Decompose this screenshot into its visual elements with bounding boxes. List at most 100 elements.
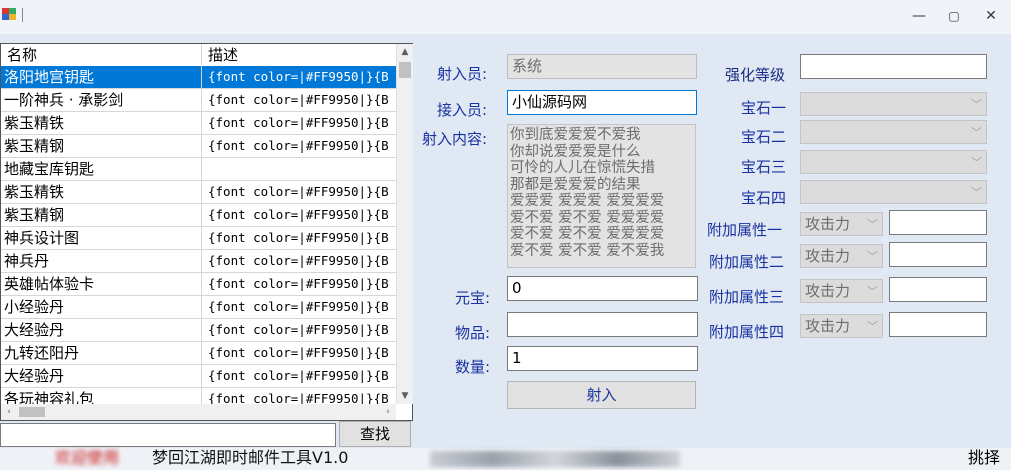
content-line: 那都是爱爱爱的结果 xyxy=(510,176,641,193)
gem-4-select[interactable]: ﹀ xyxy=(800,180,987,204)
column-header-desc[interactable]: 描述 xyxy=(202,44,396,66)
attribute-2-type-value: 攻击力 xyxy=(805,247,851,265)
minimize-button[interactable]: — xyxy=(904,4,934,28)
table-row[interactable]: 英雄帖体验卡 {font color=|#FF9950|}{B xyxy=(1,273,396,296)
cell-desc[interactable]: {font color=|#FF9950|}{B xyxy=(202,296,396,318)
cell-desc[interactable]: {font color=|#FF9950|}{B xyxy=(202,135,396,157)
table-row[interactable]: 各玩神容礼包 {font color=|#FF9950|}{B xyxy=(1,388,396,404)
cell-name[interactable]: 各玩神容礼包 xyxy=(1,388,202,404)
table-row[interactable]: 大经验丹 {font color=|#FF9950|}{B xyxy=(1,319,396,342)
cell-desc[interactable]: {font color=|#FF9950|}{B xyxy=(202,181,396,203)
cell-desc[interactable]: {font color=|#FF9950|}{B xyxy=(202,66,396,88)
gem-1-select[interactable]: ﹀ xyxy=(800,92,987,116)
cell-desc[interactable]: {font color=|#FF9950|}{B xyxy=(202,227,396,249)
table-row[interactable]: 紫玉精铁 {font color=|#FF9950|}{B xyxy=(1,181,396,204)
scroll-down-icon[interactable]: ▼ xyxy=(397,388,413,404)
cell-name[interactable]: 地藏宝库钥匙 xyxy=(1,158,202,180)
cell-desc[interactable]: {font color=|#FF9950|}{B xyxy=(202,250,396,272)
cell-desc[interactable]: {font color=|#FF9950|}{B xyxy=(202,342,396,364)
cell-name[interactable]: 大经验丹 xyxy=(1,365,202,387)
maximize-button[interactable]: ▢ xyxy=(939,4,969,28)
search-button[interactable]: 查找 xyxy=(339,421,411,447)
cell-name[interactable]: 紫玉精钢 xyxy=(1,204,202,226)
cell-name[interactable]: 紫玉精铁 xyxy=(1,181,202,203)
scroll-right-icon[interactable]: › xyxy=(380,404,396,420)
title-separator xyxy=(22,8,23,22)
attribute-1-value-field[interactable] xyxy=(889,210,987,235)
content-line: 爱爱爱 爱爱爱 爱爱爱爱 xyxy=(510,193,665,209)
attribute-1-type-value: 攻击力 xyxy=(805,215,851,233)
search-input[interactable] xyxy=(0,423,336,447)
enhance-level-field[interactable] xyxy=(800,54,987,79)
cell-name[interactable]: 神兵设计图 xyxy=(1,227,202,249)
marquee-right-text: 挑择 xyxy=(968,448,1001,467)
fire-button[interactable]: 射入 xyxy=(507,381,696,409)
table-row[interactable]: 地藏宝库钥匙 xyxy=(1,158,396,181)
gem-2-label: 宝石二 xyxy=(741,128,787,146)
attribute-2-value-field[interactable] xyxy=(889,242,987,267)
vertical-scroll-thumb[interactable] xyxy=(399,62,411,78)
cell-name[interactable]: 英雄帖体验卡 xyxy=(1,273,202,295)
table-row[interactable]: 神兵设计图 {font color=|#FF9950|}{B xyxy=(1,227,396,250)
attribute-2-label: 附加属性二 xyxy=(709,253,785,271)
attribute-2-type-select[interactable]: 攻击力 ﹀ xyxy=(800,244,883,268)
vertical-scrollbar[interactable]: ▲ ▼ xyxy=(396,44,413,404)
gem-2-select[interactable]: ﹀ xyxy=(800,120,987,144)
cell-desc[interactable]: {font color=|#FF9950|}{B xyxy=(202,273,396,295)
table-row[interactable]: 紫玉精钢 {font color=|#FF9950|}{B xyxy=(1,204,396,227)
gem-3-label: 宝石三 xyxy=(741,158,787,176)
item-field[interactable] xyxy=(507,312,698,337)
cell-desc[interactable]: {font color=|#FF9950|}{B xyxy=(202,388,396,404)
cell-name[interactable]: 一阶神兵 · 承影剑 xyxy=(1,89,202,111)
horizontal-scroll-thumb[interactable] xyxy=(19,407,45,417)
cell-name[interactable]: 大经验丹 xyxy=(1,319,202,341)
marquee-left-text: 欢迎使用 xyxy=(55,448,120,467)
scroll-up-icon[interactable]: ▲ xyxy=(397,44,413,60)
cell-desc[interactable]: {font color=|#FF9950|}{B xyxy=(202,365,396,387)
content-line: 可怜的人儿在惊慌失措 xyxy=(510,160,655,176)
table-row[interactable]: 神兵丹 {font color=|#FF9950|}{B xyxy=(1,250,396,273)
grid-header: 名称 描述 xyxy=(1,44,396,67)
cell-name[interactable]: 紫玉精铁 xyxy=(1,112,202,134)
quantity-field[interactable]: 1 xyxy=(507,346,698,371)
cell-desc[interactable]: {font color=|#FF9950|}{B xyxy=(202,204,396,226)
attribute-3-type-value: 攻击力 xyxy=(805,282,851,300)
table-row[interactable]: 小经验丹 {font color=|#FF9950|}{B xyxy=(1,296,396,319)
table-row[interactable]: 大经验丹 {font color=|#FF9950|}{B xyxy=(1,365,396,388)
column-header-name[interactable]: 名称 xyxy=(1,44,202,66)
cell-name[interactable]: 洛阳地宫钥匙 xyxy=(1,66,202,88)
chevron-down-icon: ﹀ xyxy=(971,156,982,169)
receiver-field[interactable]: 小仙源码网 xyxy=(507,90,697,115)
scroll-left-icon[interactable]: ‹ xyxy=(1,404,17,420)
attribute-4-label: 附加属性四 xyxy=(709,323,785,341)
cell-name[interactable]: 神兵丹 xyxy=(1,250,202,272)
attribute-3-type-select[interactable]: 攻击力 ﹀ xyxy=(800,279,883,303)
attribute-1-type-select[interactable]: 攻击力 ﹀ xyxy=(800,212,883,236)
chevron-down-icon: ﹀ xyxy=(867,285,878,298)
horizontal-scrollbar[interactable]: ‹ › xyxy=(1,404,396,420)
attribute-4-type-value: 攻击力 xyxy=(805,317,851,335)
attribute-4-type-select[interactable]: 攻击力 ﹀ xyxy=(800,314,883,338)
cell-name[interactable]: 小经验丹 xyxy=(1,296,202,318)
cell-desc[interactable]: {font color=|#FF9950|}{B xyxy=(202,319,396,341)
sender-label: 射入员: xyxy=(437,65,488,83)
cell-desc[interactable]: {font color=|#FF9950|}{B xyxy=(202,89,396,111)
attribute-4-value-field[interactable] xyxy=(889,312,987,337)
attribute-1-label: 附加属性一 xyxy=(707,221,783,239)
table-row[interactable]: 一阶神兵 · 承影剑 {font color=|#FF9950|}{B xyxy=(1,89,396,112)
yuanbao-field[interactable]: 0 xyxy=(507,276,698,301)
cell-desc[interactable]: {font color=|#FF9950|}{B xyxy=(202,112,396,134)
gem-3-select[interactable]: ﹀ xyxy=(800,150,987,174)
table-row[interactable]: 紫玉精钢 {font color=|#FF9950|}{B xyxy=(1,135,396,158)
table-row[interactable]: 九转还阳丹 {font color=|#FF9950|}{B xyxy=(1,342,396,365)
cell-desc[interactable] xyxy=(202,158,396,180)
table-row[interactable]: 洛阳地宫钥匙 {font color=|#FF9950|}{B xyxy=(1,66,396,89)
marquee-bar: 欢迎使用 梦回江湖即时邮件工具V1.0 挑择 xyxy=(0,448,1011,470)
close-button[interactable]: ✕ xyxy=(976,4,1006,28)
cell-name[interactable]: 九转还阳丹 xyxy=(1,342,202,364)
attribute-3-value-field[interactable] xyxy=(889,277,987,302)
cell-name[interactable]: 紫玉精钢 xyxy=(1,135,202,157)
table-row[interactable]: 紫玉精铁 {font color=|#FF9950|}{B xyxy=(1,112,396,135)
content-textarea[interactable]: 你到底爱爱爱不爱我 你却说爱爱爱是什么 可怜的人儿在惊慌失措 那都是爱爱爱的结果 爱爱爱… xyxy=(507,124,696,268)
sender-field[interactable]: 系统 xyxy=(507,54,697,79)
